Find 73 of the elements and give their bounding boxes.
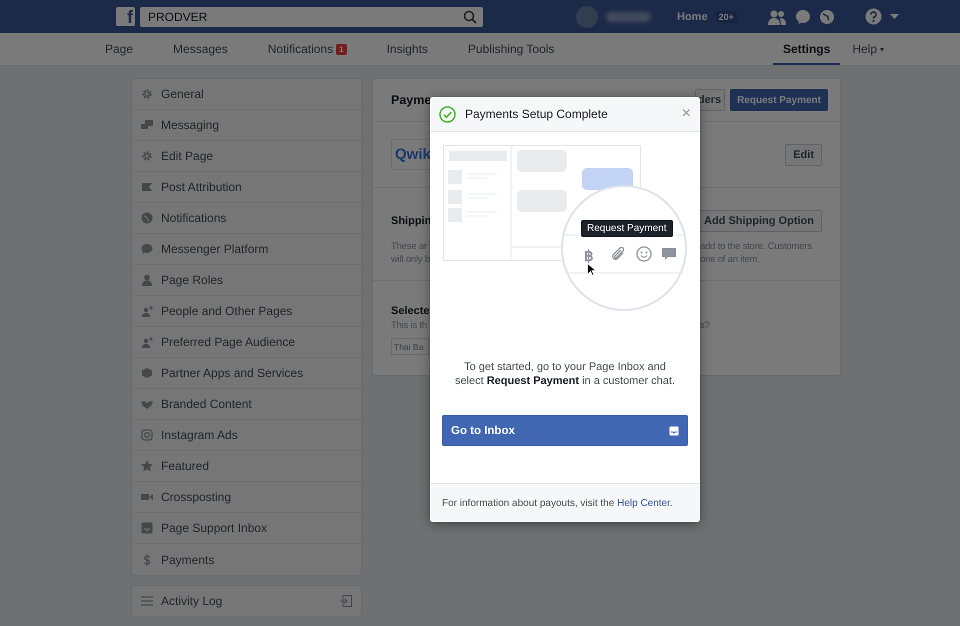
search-field[interactable]: PRODVER <box>140 6 483 26</box>
request-payment-button[interactable]: Request Payment <box>730 89 828 111</box>
sidebar-item[interactable]: Featured <box>132 451 361 482</box>
handshake-icon <box>141 398 153 410</box>
section-title: Shippin <box>391 215 432 227</box>
sidebar-item[interactable]: Crossposting <box>132 482 361 513</box>
people-icon <box>141 305 153 317</box>
paperclip-icon <box>610 246 626 262</box>
video-camera-icon <box>141 491 153 503</box>
sidebar-item[interactable]: Messaging <box>132 110 361 141</box>
nav-tab[interactable]: Notifications 1 <box>268 33 347 65</box>
nav-tab[interactable]: Publishing Tools <box>468 33 554 65</box>
inbox-icon <box>141 522 153 534</box>
sidebar-item[interactable]: Partner Apps and Services <box>132 358 361 389</box>
help-center-link[interactable]: Help Center <box>617 498 670 508</box>
sidebar-item[interactable]: Preferred Page Audience <box>132 327 361 358</box>
check-icon <box>439 106 456 122</box>
nav-tab[interactable]: Messages <box>173 33 228 65</box>
search-input[interactable]: PRODVER <box>146 8 463 24</box>
cursor-icon <box>587 263 596 276</box>
panel-title: Payme <box>391 93 432 107</box>
notification-badge: 1 <box>336 44 347 54</box>
footer-text: For information about payouts, visit the Help Center. <box>442 498 673 508</box>
flag-icon <box>141 181 153 193</box>
activity-log-link[interactable]: Activity Log <box>161 594 222 608</box>
cube-icon <box>141 367 153 379</box>
friends-icon[interactable] <box>766 8 787 24</box>
nav-tab[interactable]: Insights <box>386 33 428 65</box>
nav-tab[interactable]: Help ▾ <box>852 33 884 65</box>
sidebar-item[interactable]: General <box>132 79 361 110</box>
star-icon <box>141 460 153 472</box>
exit-icon[interactable] <box>340 595 352 607</box>
modal-title: Payments Setup Complete <box>465 107 609 121</box>
input-field[interactable]: Thai Ba <box>391 338 429 355</box>
people-icon <box>141 336 153 348</box>
sidebar-item[interactable]: Post Attribution <box>132 172 361 203</box>
nav-tab[interactable]: Page <box>105 33 134 65</box>
go-to-inbox-button[interactable]: Go to Inbox <box>442 415 688 446</box>
home-count-badge: 20+ <box>716 10 737 22</box>
tooltip: Request Payment <box>581 220 672 237</box>
sidebar-item[interactable]: Instagram Ads <box>132 420 361 451</box>
edit-button[interactable]: Edit <box>785 144 822 166</box>
close-button[interactable]: × <box>682 105 691 123</box>
person-icon <box>141 274 153 286</box>
instruction-text: To get started, go to your Page Inbox and select Request Payment in a customer chat. <box>454 360 676 388</box>
search-icon[interactable] <box>463 10 477 24</box>
sidebar-item[interactable]: Messenger Platform <box>132 234 361 265</box>
facebook-logo[interactable]: f <box>116 7 135 26</box>
sidebar-item[interactable]: Notifications <box>132 203 361 234</box>
chat-icon <box>662 248 676 260</box>
section-title: Selecte <box>391 305 430 317</box>
smiley-icon <box>636 246 652 262</box>
camera-icon <box>141 429 153 441</box>
chat-bubble-icon <box>141 243 153 255</box>
sidebar-item[interactable]: People and Other Pages <box>132 296 361 327</box>
caret-icon: ▾ <box>880 44 884 54</box>
gear-icon <box>141 88 153 100</box>
gear-icon <box>141 150 153 162</box>
list-icon <box>141 596 153 606</box>
sidebar-item[interactable]: Branded Content <box>132 389 361 420</box>
dollar-icon <box>141 554 153 566</box>
nav-tab[interactable]: Settings <box>772 33 840 65</box>
caret-icon[interactable] <box>890 14 899 20</box>
sidebar-item[interactable]: Page Roles <box>132 265 361 296</box>
messenger-icon[interactable] <box>794 8 811 24</box>
inbox-icon <box>669 426 679 436</box>
home-link[interactable]: Home <box>677 10 708 22</box>
help-icon[interactable] <box>864 8 882 25</box>
chat-bubbles-icon <box>141 119 153 131</box>
baht-icon: ฿ <box>584 247 594 265</box>
sidebar-item[interactable]: Edit Page <box>132 141 361 172</box>
sidebar-item[interactable]: Payments <box>132 544 361 575</box>
sidebar-item[interactable]: Page Support Inbox <box>132 513 361 544</box>
